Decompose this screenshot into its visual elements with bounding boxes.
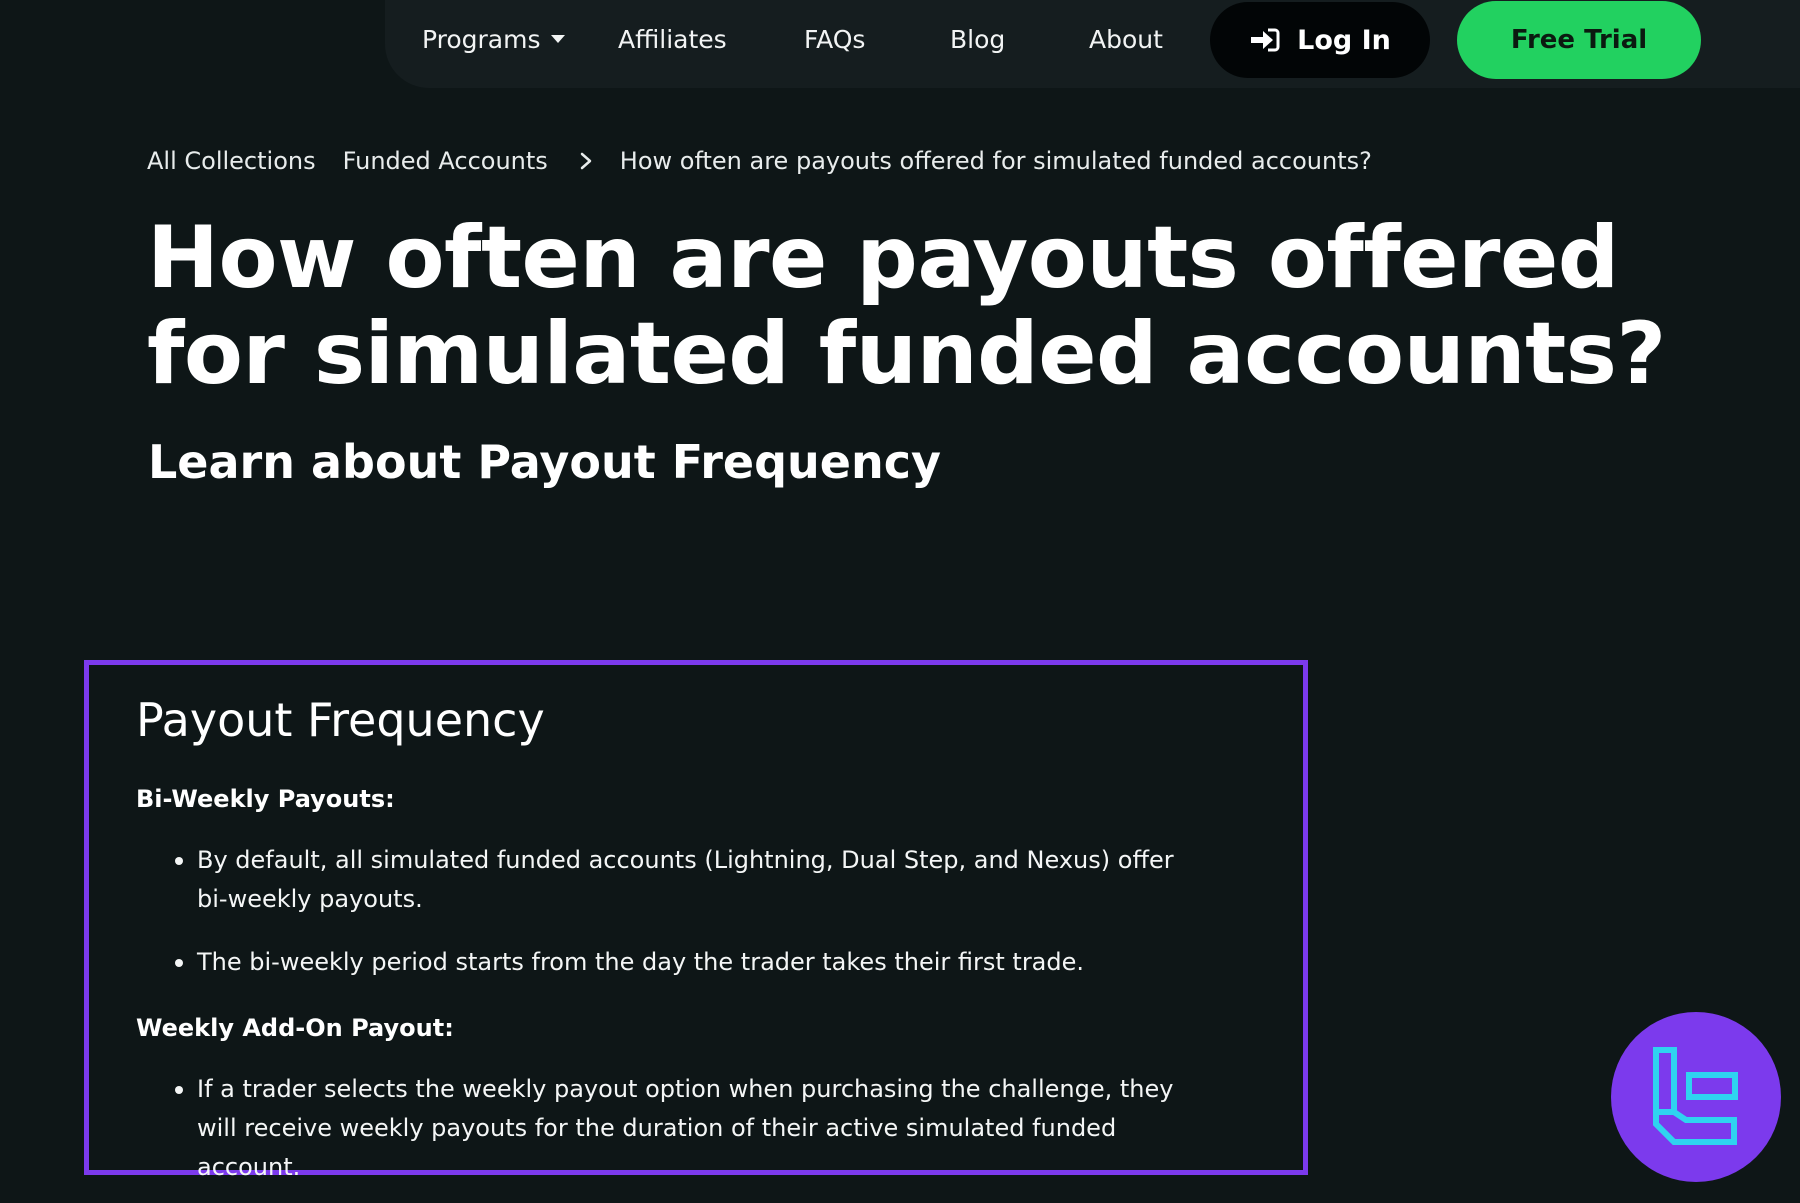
login-button[interactable]: Log In: [1210, 2, 1430, 78]
bullet-icon: [175, 959, 183, 967]
bi-weekly-heading: Bi-Weekly Payouts:: [136, 785, 395, 813]
bullet-icon: [175, 857, 183, 865]
list-item: The bi-weekly period starts from the day…: [89, 943, 1209, 982]
breadcrumb-link-all-collections[interactable]: All Collections: [147, 147, 316, 175]
list-item-text: By default, all simulated funded account…: [197, 846, 1174, 913]
login-label: Log In: [1297, 24, 1391, 56]
free-trial-button[interactable]: Free Trial: [1457, 1, 1701, 79]
nav-item-label: Programs: [422, 25, 541, 54]
free-trial-label: Free Trial: [1510, 25, 1648, 55]
bi-weekly-list: By default, all simulated funded account…: [89, 841, 1209, 982]
weekly-add-on-heading: Weekly Add-On Payout:: [136, 1014, 454, 1042]
weekly-add-on-list: If a trader selects the weekly payout op…: [89, 1070, 1209, 1187]
nav-item-label: About: [1089, 25, 1163, 54]
breadcrumb: All Collections Funded Accounts How ofte…: [147, 143, 1372, 179]
page-subtitle: Learn about Payout Frequency: [148, 435, 942, 489]
breadcrumb-link-funded-accounts[interactable]: Funded Accounts: [343, 147, 548, 175]
payout-frequency-section: Payout Frequency Bi-Weekly Payouts: By d…: [84, 660, 1308, 1181]
nav-item-programs[interactable]: Programs: [422, 22, 565, 58]
list-item: If a trader selects the weekly payout op…: [89, 1070, 1209, 1187]
tc-logo-icon: [1611, 1012, 1781, 1182]
nav-item-about[interactable]: About: [1089, 22, 1163, 58]
list-item-text: If a trader selects the weekly payout op…: [197, 1075, 1174, 1181]
nav-item-label: FAQs: [804, 25, 866, 54]
nav-item-blog[interactable]: Blog: [950, 22, 1005, 58]
sign-in-icon: [1251, 28, 1280, 52]
list-item-text: The bi-weekly period starts from the day…: [197, 948, 1085, 976]
page: Programs Affiliates FAQs Blog About Log …: [0, 0, 1800, 1203]
section-title: Payout Frequency: [136, 693, 545, 747]
nav-item-faqs[interactable]: FAQs: [804, 22, 865, 58]
tc-logo-mark: [1653, 1047, 1738, 1145]
nav-item-label: Blog: [950, 25, 1006, 54]
caret-down-icon: [550, 35, 565, 43]
breadcrumb-current: How often are payouts offered for simula…: [619, 147, 1372, 175]
chevron-right-icon: [580, 152, 592, 170]
nav-item-label: Affiliates: [618, 25, 727, 54]
list-item: By default, all simulated funded account…: [89, 841, 1209, 919]
page-title: How often are payouts offered for simula…: [147, 208, 1666, 404]
nav-item-affiliates[interactable]: Affiliates: [618, 22, 727, 58]
bullet-icon: [175, 1086, 183, 1094]
